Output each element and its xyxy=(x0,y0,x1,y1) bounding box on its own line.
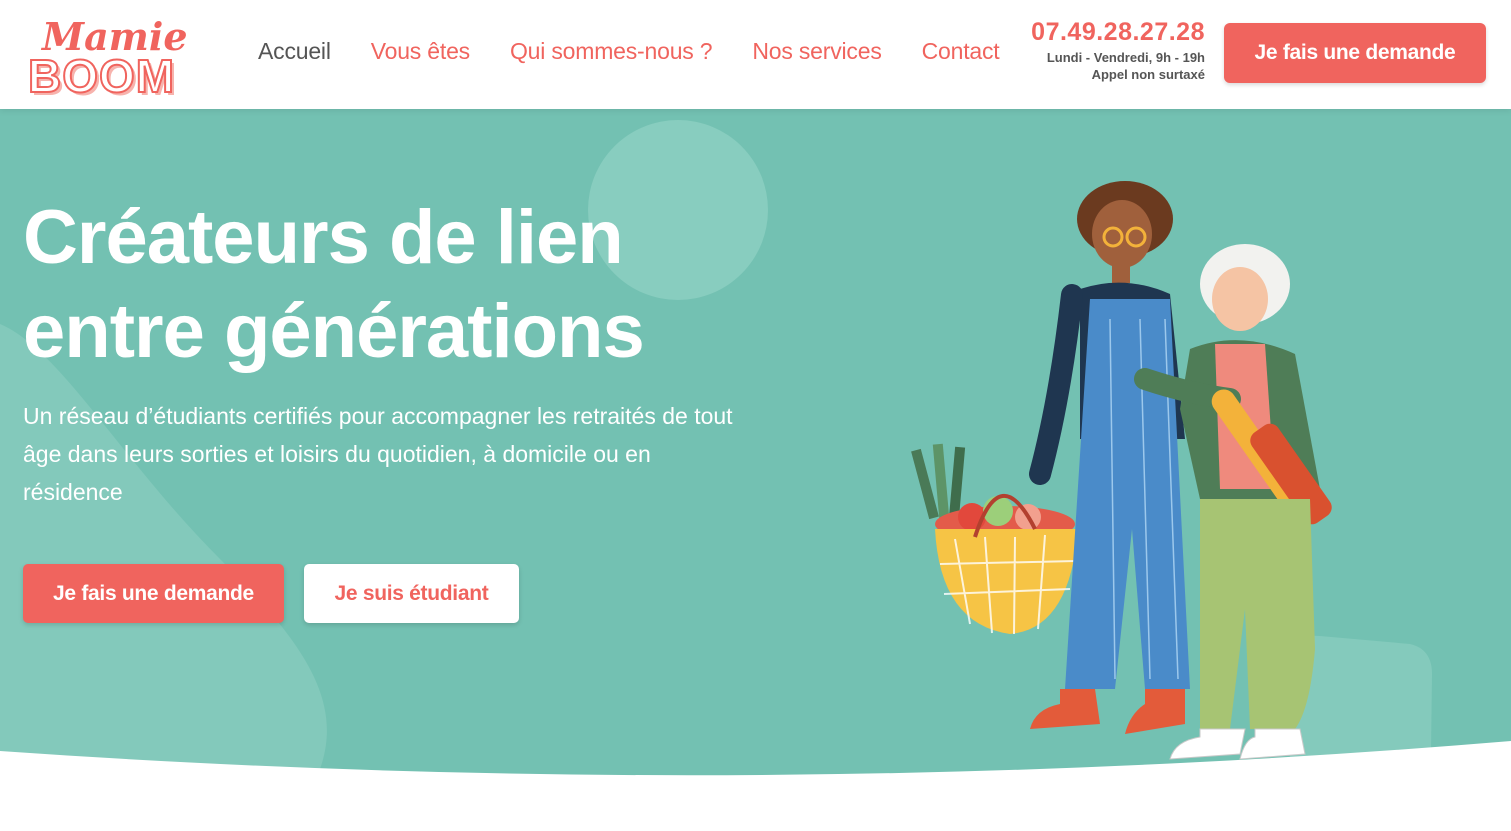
main-navigation: Accueil Vous êtes Qui sommes-nous ? Nos … xyxy=(258,38,1000,65)
phone-number[interactable]: 07.49.28.27.28 xyxy=(1031,18,1205,47)
call-cost-note: Appel non surtaxé xyxy=(1091,67,1205,82)
leek-icon xyxy=(911,443,966,520)
hero-request-button[interactable]: Je fais une demande xyxy=(23,564,284,623)
opening-hours: Lundi - Vendredi, 9h - 19h xyxy=(1046,50,1205,65)
header-request-button[interactable]: Je fais une demande xyxy=(1224,23,1486,83)
shopping-basket-icon xyxy=(935,494,1078,635)
logo-text-boom: BOOM xyxy=(28,50,175,100)
mamie-boom-logo: Mamie BOOM BOOM xyxy=(27,14,188,100)
hero-title-line1: Créateurs de lien xyxy=(23,195,624,280)
hero-title-line2: entre générations xyxy=(23,289,645,374)
nav-item-vous-etes[interactable]: Vous êtes xyxy=(371,38,470,65)
contact-info: 07.49.28.27.28 Lundi - Vendredi, 9h - 19… xyxy=(1031,18,1205,83)
student-figure xyxy=(1029,181,1190,734)
nav-item-qui-sommes-nous[interactable]: Qui sommes-nous ? xyxy=(510,38,713,65)
nav-item-contact[interactable]: Contact xyxy=(922,38,1000,65)
hero-subtitle: Un réseau d’étudiants certifiés pour acc… xyxy=(23,403,733,505)
nav-item-nos-services[interactable]: Nos services xyxy=(752,38,881,65)
hero-student-button[interactable]: Je suis étudiant xyxy=(304,564,519,623)
hero-title: Créateurs de lien entre générations xyxy=(23,191,843,379)
site-header: Mamie BOOM BOOM Accueil Vous êtes Qui so… xyxy=(0,0,1511,109)
hero-bottom-wave xyxy=(0,741,1511,831)
hero-section: Créateurs de lien entre générations Un r… xyxy=(0,109,1511,831)
nav-item-accueil[interactable]: Accueil xyxy=(258,38,331,65)
hero-illustration xyxy=(911,181,1332,760)
